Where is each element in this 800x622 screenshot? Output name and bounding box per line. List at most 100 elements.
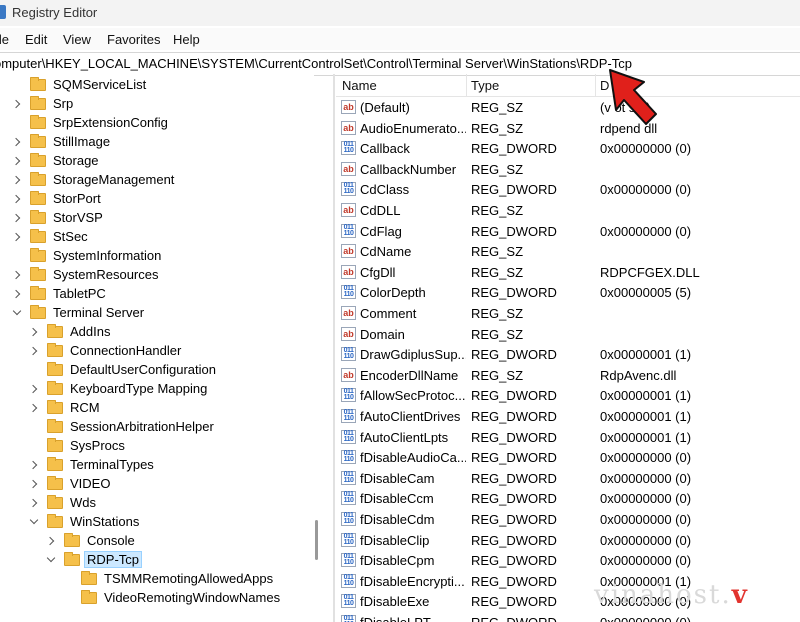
tree-item[interactable]: WinStations <box>29 512 141 531</box>
tree-item[interactable]: StorageManagement <box>12 170 176 189</box>
chevron-right-icon[interactable] <box>46 536 56 546</box>
column-divider[interactable] <box>595 74 596 96</box>
tree-item[interactable]: Console <box>46 531 137 550</box>
values-list[interactable]: Name Type D ab (Default) REG_SZ (v ot set) a… <box>336 74 800 622</box>
chevron-right-icon[interactable] <box>12 194 22 204</box>
pane-splitter[interactable] <box>333 74 335 622</box>
tree-item[interactable]: TerminalTypes <box>29 455 156 474</box>
chevron-right-icon <box>29 422 39 432</box>
value-row[interactable]: ab AudioEnumerato... REG_SZ rdpend dll <box>336 118 800 138</box>
menu-view[interactable]: View <box>63 32 91 47</box>
tree-item[interactable]: Terminal Server <box>12 303 146 322</box>
column-divider[interactable] <box>466 74 467 96</box>
chevron-down-icon[interactable] <box>29 517 39 527</box>
value-data: 0x00000000 (0) <box>600 553 692 569</box>
tree-item[interactable]: Storage <box>12 151 101 170</box>
string-value-icon: ab <box>341 244 356 259</box>
tree-item[interactable]: SystemResources <box>12 265 160 284</box>
value-row[interactable]: 011 110 ColorDepth REG_DWORD 0x00000005 (5) <box>336 282 800 302</box>
chevron-right-icon[interactable] <box>29 460 39 470</box>
tree-item[interactable]: ConnectionHandler <box>29 341 183 360</box>
value-name: CfgDll <box>360 264 396 280</box>
value-row[interactable]: 011 110 fAutoClientLpts REG_DWORD 0x0000000… <box>336 427 800 447</box>
chevron-right-icon[interactable] <box>29 384 39 394</box>
binary-value-icon: 011 110 <box>341 470 356 485</box>
value-row[interactable]: 011 110 fDisableCdm REG_DWORD 0x00000000 (0… <box>336 509 800 529</box>
value-row[interactable]: 011 110 fDisableCcm REG_DWORD 0x00000000 (0… <box>336 488 800 508</box>
chevron-right-icon[interactable] <box>12 213 22 223</box>
tree-item[interactable]: SystemInformation <box>12 246 163 265</box>
value-row[interactable]: ab Comment REG_SZ <box>336 303 800 323</box>
value-data: 0x00000001 (1) <box>600 409 692 424</box>
tree-item[interactable]: TSMMRemotingAllowedApps <box>63 569 275 588</box>
menu-help[interactable]: Help <box>173 32 200 47</box>
value-row[interactable]: ab CfgDll REG_SZ RDPCFGEX.DLL <box>336 262 800 282</box>
chevron-right-icon[interactable] <box>29 327 39 337</box>
value-row[interactable]: 011 110 DrawGdiplusSup... REG_DWORD 0x00000… <box>336 344 800 364</box>
address-bar[interactable]: omputer\HKEY_LOCAL_MACHINE\SYSTEM\Curren… <box>0 52 800 76</box>
chevron-right-icon[interactable] <box>12 99 22 109</box>
chevron-right-icon[interactable] <box>12 289 22 299</box>
value-row[interactable]: ab CallbackNumber REG_SZ <box>336 159 800 179</box>
chevron-right-icon[interactable] <box>12 232 22 242</box>
value-row[interactable]: 011 110 CdFlag REG_DWORD 0x00000000 (0) <box>336 221 800 241</box>
value-data: 0x00000001 (1) <box>600 429 692 445</box>
chevron-right-icon[interactable] <box>12 156 22 166</box>
tree-item[interactable]: SysProcs <box>29 436 127 455</box>
key-tree[interactable]: SQMServiceList Srp SrpExtensionConfig Still… <box>0 74 314 622</box>
tree-item[interactable]: StillImage <box>12 132 112 151</box>
tree-item[interactable]: Srp <box>12 94 75 113</box>
tree-item[interactable]: AddIns <box>29 322 112 341</box>
value-row[interactable]: 011 110 fDisableCam REG_DWORD 0x00000000 (0… <box>336 468 800 488</box>
value-row[interactable]: 011 110 fAutoClientDrives REG_DWORD 0x00000… <box>336 406 800 426</box>
value-row[interactable]: ab CdName REG_SZ <box>336 241 800 261</box>
folder-icon <box>47 361 63 376</box>
column-name[interactable]: Name <box>342 78 377 93</box>
value-row[interactable]: 011 110 Callback REG_DWORD 0x00000000 (0) <box>336 138 800 158</box>
value-row[interactable]: 011 110 fDisableAudioCa... REG_DWORD 0x0000… <box>336 447 800 467</box>
tree-item[interactable]: SQMServiceList <box>12 75 148 94</box>
tree-item[interactable]: StorPort <box>12 189 103 208</box>
column-type[interactable]: Type <box>471 78 499 93</box>
chevron-down-icon[interactable] <box>46 555 56 565</box>
address-path[interactable]: omputer\HKEY_LOCAL_MACHINE\SYSTEM\Curren… <box>0 56 632 71</box>
chevron-right-icon[interactable] <box>12 270 22 280</box>
value-row[interactable]: 011 110 fDisableCpm REG_DWORD 0x00000000 (0… <box>336 550 800 570</box>
chevron-right-icon[interactable] <box>29 498 39 508</box>
value-row[interactable]: 011 110 CdClass REG_DWORD 0x00000000 (0) <box>336 179 800 199</box>
menu-file[interactable]: ile <box>0 32 9 47</box>
chevron-right-icon[interactable] <box>29 346 39 356</box>
tree-item[interactable]: KeyboardType Mapping <box>29 379 209 398</box>
tree-scrollbar[interactable] <box>315 520 318 560</box>
tree-item[interactable]: SrpExtensionConfig <box>12 113 170 132</box>
tree-item[interactable]: VIDEO <box>29 474 112 493</box>
value-name: fDisableCpm <box>360 553 435 569</box>
title-bar: Registry Editor <box>0 0 800 26</box>
tree-item[interactable]: TabletPC <box>12 284 108 303</box>
chevron-right-icon[interactable] <box>12 137 22 147</box>
value-row[interactable]: ab EncoderDllName REG_SZ RdpAvenc.dll <box>336 365 800 385</box>
value-name: Callback <box>360 141 410 157</box>
value-row[interactable]: 011 110 fDisableLPT REG_DWORD 0x00000000 (0… <box>336 612 800 622</box>
chevron-down-icon[interactable] <box>12 308 22 318</box>
menu-favorites[interactable]: Favorites <box>107 32 160 47</box>
value-name: AudioEnumerato... <box>360 120 466 136</box>
tree-item[interactable]: SessionArbitrationHelper <box>29 417 216 436</box>
chevron-right-icon[interactable] <box>29 403 39 413</box>
tree-item[interactable]: DefaultUserConfiguration <box>29 360 218 379</box>
chevron-right-icon[interactable] <box>12 175 22 185</box>
tree-item[interactable]: StorVSP <box>12 208 105 227</box>
tree-item[interactable]: StSec <box>12 227 90 246</box>
value-row[interactable]: 011 110 fAllowSecProtoc... REG_DWORD 0x0000… <box>336 385 800 405</box>
value-row[interactable]: ab (Default) REG_SZ (v ot set) <box>336 97 800 117</box>
tree-item[interactable]: Wds <box>29 493 98 512</box>
value-row[interactable]: ab CdDLL REG_SZ <box>336 200 800 220</box>
menu-edit[interactable]: Edit <box>25 32 47 47</box>
value-row[interactable]: 011 110 fDisableClip REG_DWORD 0x00000000 (… <box>336 530 800 550</box>
chevron-right-icon[interactable] <box>29 479 39 489</box>
tree-item[interactable]: RCM <box>29 398 102 417</box>
tree-item[interactable]: VideoRemotingWindowNames <box>63 588 282 607</box>
value-data: 0x00000000 (0) <box>600 182 692 198</box>
value-row[interactable]: ab Domain REG_SZ <box>336 324 800 344</box>
tree-item[interactable]: RDP-Tcp <box>46 550 143 569</box>
